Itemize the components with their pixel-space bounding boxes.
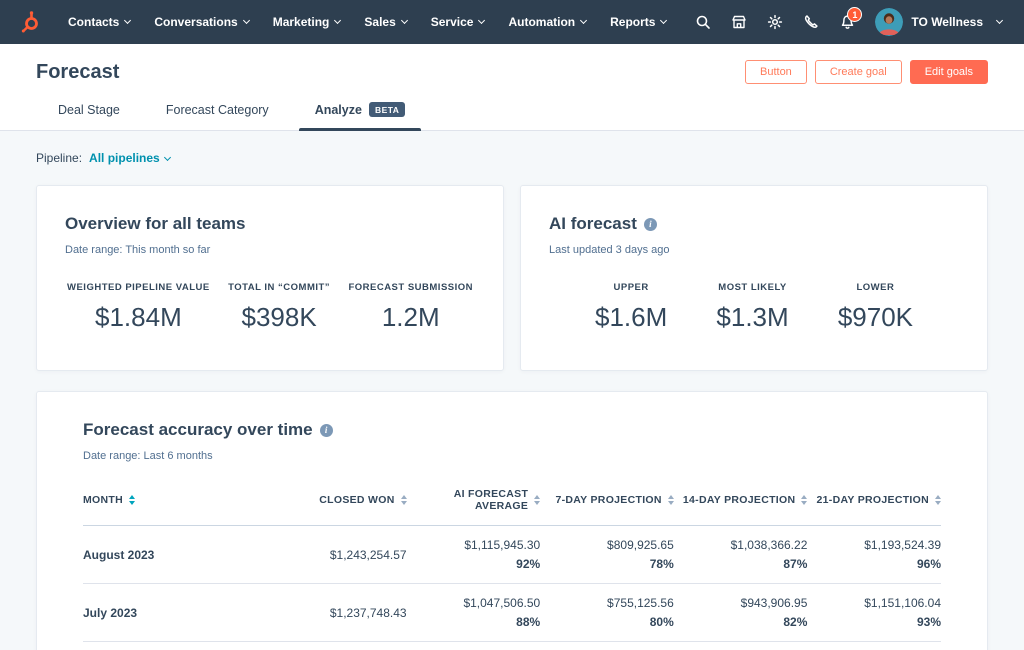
- notification-count-badge[interactable]: 1: [847, 7, 863, 22]
- chevron-down-icon: [400, 16, 408, 25]
- ai-forecast-updated: Last updated 3 days ago: [549, 244, 670, 256]
- closed-won-cell: $1,243,254.57: [273, 525, 407, 584]
- edit-goals-button[interactable]: Edit goals: [909, 60, 988, 84]
- tab-deal-stage[interactable]: Deal Stage: [42, 98, 136, 130]
- nav-reports[interactable]: Reports: [598, 0, 678, 44]
- sort-icon[interactable]: [667, 495, 674, 505]
- overview-metrics: WEIGHTED PIPELINE VALUE $1.84M TOTAL IN …: [65, 282, 475, 333]
- chevron-down-icon: [580, 16, 588, 25]
- metric-weighted-pipeline-value: WEIGHTED PIPELINE VALUE $1.84M: [67, 282, 210, 332]
- month-cell: August 2023: [83, 525, 273, 584]
- pipeline-filter-row: Pipeline: All pipelines: [36, 151, 988, 165]
- calling-phone-icon[interactable]: [795, 0, 827, 44]
- column-header-month[interactable]: MONTH: [83, 480, 273, 526]
- nav-contacts[interactable]: Contacts: [56, 0, 142, 44]
- ai-forecast-card-title: AI forecast: [549, 214, 959, 234]
- page-title: Forecast: [36, 60, 120, 83]
- table-row: July 2023 $1,237,748.43 $1,047,506.50 88%…: [83, 583, 941, 642]
- ai-forecast-card: AI forecast Last updated 3 days ago UPPE…: [520, 185, 988, 371]
- metric-most-likely: MOST LIKELY $1.3M: [716, 282, 789, 332]
- account-menu[interactable]: TO Wellness: [867, 8, 1010, 36]
- nav-automation[interactable]: Automation: [496, 0, 598, 44]
- search-icon[interactable]: [687, 0, 719, 44]
- chevron-down-icon: [660, 16, 668, 25]
- projection-21-cell: $1,193,524.39 96%: [807, 525, 941, 584]
- tab-forecast-category[interactable]: Forecast Category: [150, 98, 285, 130]
- projection-21-cell: $1,151,106.04 93%: [807, 583, 941, 642]
- nav-service[interactable]: Service: [419, 0, 497, 44]
- pipeline-select[interactable]: All pipelines: [89, 151, 171, 165]
- nav-sales[interactable]: Sales: [352, 0, 418, 44]
- sort-icon[interactable]: [129, 495, 135, 505]
- projection-7-cell: $755,125.56 80%: [540, 583, 674, 642]
- top-nav: Contacts Conversations Marketing Sales S…: [0, 0, 1024, 44]
- accuracy-date-range: Date range: Last 6 months: [83, 450, 213, 462]
- ai-forecast-metrics: UPPER $1.6M MOST LIKELY $1.3M LOWER $970…: [549, 282, 959, 333]
- marketplace-icon[interactable]: [723, 0, 755, 44]
- sort-icon[interactable]: [801, 495, 808, 505]
- overview-card-title: Overview for all teams: [65, 214, 246, 233]
- metric-forecast-submission: FORECAST SUBMISSION 1.2M: [348, 282, 473, 332]
- notifications-bell-icon[interactable]: 1: [831, 0, 863, 44]
- account-name: TO Wellness: [911, 15, 983, 29]
- overview-card: Overview for all teams Date range: This …: [36, 185, 504, 371]
- projection-14-cell: $766,143.59: [673, 641, 808, 650]
- chevron-down-icon: [124, 16, 132, 25]
- accuracy-table: MONTH CLOSED WON AI FORECAST AVERAGE 7-D…: [83, 480, 941, 650]
- month-cell: July 2023: [83, 583, 273, 642]
- column-header-21-day-projection[interactable]: 21-DAY PROJECTION: [807, 480, 941, 526]
- metric-upper: UPPER $1.6M: [595, 282, 668, 332]
- nav-utilities: 1 TO Wellness: [687, 0, 1010, 44]
- info-icon[interactable]: [319, 423, 333, 437]
- chevron-down-icon: [995, 16, 1004, 25]
- forecast-accuracy-card: Forecast accuracy over time Date range: …: [36, 391, 988, 650]
- projection-7-cell: $566,946.26: [540, 641, 674, 650]
- projection-14-cell: $943,906.95 82%: [673, 583, 808, 642]
- header-actions: Button Create goal Edit goals: [745, 60, 988, 84]
- pipeline-label: Pipeline:: [36, 151, 83, 165]
- chevron-down-icon: [334, 16, 342, 25]
- metric-total-in-commit: TOTAL IN “COMMIT” $398K: [228, 282, 331, 332]
- create-goal-button[interactable]: Create goal: [814, 60, 902, 84]
- column-header-closed-won[interactable]: CLOSED WON: [273, 480, 407, 526]
- tab-analyze[interactable]: Analyze BETA: [298, 98, 422, 131]
- metric-lower: LOWER $970K: [837, 282, 913, 332]
- user-avatar[interactable]: [875, 8, 904, 36]
- chevron-down-icon: [242, 16, 250, 25]
- projection-7-cell: $809,925.65 78%: [540, 525, 674, 584]
- chevron-down-icon: [478, 16, 486, 25]
- ai-forecast-cell: $922,609.54: [406, 641, 541, 650]
- month-cell: June 2023: [83, 641, 273, 650]
- ai-forecast-cell: $1,047,506.50 88%: [406, 583, 541, 642]
- sort-icon[interactable]: [935, 495, 941, 505]
- nav-marketing[interactable]: Marketing: [261, 0, 353, 44]
- main-content: Pipeline: All pipelines Overview for all…: [0, 131, 1024, 650]
- chevron-down-icon: [163, 153, 171, 161]
- projection-14-cell: $1,038,366.22 87%: [673, 525, 808, 584]
- table-row: August 2023 $1,243,254.57 $1,115,945.30 9…: [83, 525, 941, 584]
- hubspot-logo-icon[interactable]: [18, 10, 42, 34]
- column-header-7-day-projection[interactable]: 7-DAY PROJECTION: [540, 480, 674, 526]
- forecast-accuracy-title: Forecast accuracy over time: [83, 420, 941, 440]
- nav-conversations[interactable]: Conversations: [142, 0, 260, 44]
- column-header-14-day-projection[interactable]: 14-DAY PROJECTION: [673, 480, 808, 526]
- page-header: Forecast Button Create goal Edit goals D…: [0, 44, 1024, 131]
- closed-won-cell: $1,237,748.43: [273, 583, 407, 642]
- sort-icon[interactable]: [534, 495, 541, 505]
- table-row: June 2023 $1,315,945.71 $922,609.54 $566…: [83, 641, 941, 650]
- settings-gear-icon[interactable]: [759, 0, 791, 44]
- main-menu: Contacts Conversations Marketing Sales S…: [56, 0, 678, 44]
- beta-badge: BETA: [368, 102, 406, 117]
- closed-won-cell: $1,315,945.71: [273, 641, 407, 650]
- info-icon[interactable]: [643, 217, 657, 231]
- button-button[interactable]: Button: [745, 60, 807, 84]
- overview-date-range: Date range: This month so far: [65, 244, 211, 256]
- forecast-tabs: Deal Stage Forecast Category Analyze BET…: [36, 98, 988, 131]
- ai-forecast-cell: $1,115,945.30 92%: [406, 525, 541, 584]
- projection-21-cell: $1,079,075.48: [807, 641, 941, 650]
- column-header-ai-forecast-average[interactable]: AI FORECAST AVERAGE: [406, 480, 541, 526]
